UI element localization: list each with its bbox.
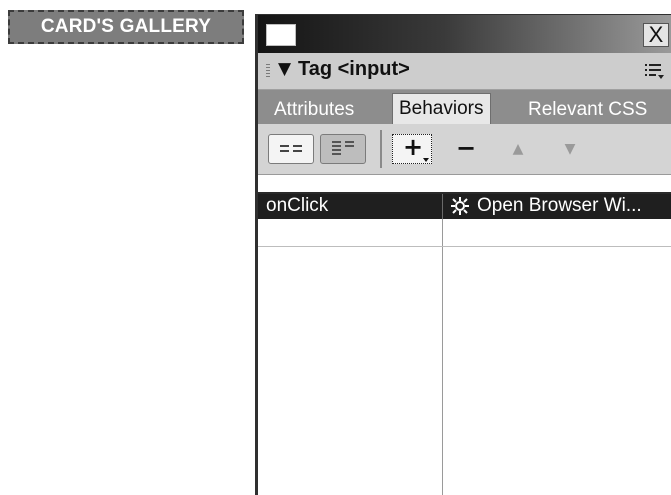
all-events-icon bbox=[332, 141, 354, 155]
column-divider bbox=[442, 192, 443, 219]
remove-behavior-button[interactable]: − bbox=[451, 134, 481, 164]
collapse-arrow-icon[interactable]: ▼ bbox=[278, 59, 291, 79]
row-divider bbox=[258, 246, 671, 247]
add-behavior-button[interactable]: + bbox=[392, 133, 432, 164]
options-menu-icon[interactable] bbox=[643, 61, 665, 81]
move-up-button[interactable]: ▲ bbox=[503, 134, 533, 164]
table-row[interactable]: onClick Open Browser Wi... bbox=[258, 192, 671, 219]
tab-attributes[interactable]: Attributes bbox=[268, 96, 360, 124]
tag-inspector-panel: X ▼ Tag <input> Attributes Behaviors Rel… bbox=[255, 14, 671, 495]
behavior-gear-icon bbox=[451, 197, 469, 215]
dropdown-arrow-icon bbox=[423, 158, 429, 162]
move-down-button[interactable]: ▼ bbox=[555, 134, 585, 164]
action-cell: Open Browser Wi... bbox=[477, 195, 642, 216]
window-titlebar[interactable]: X bbox=[258, 15, 671, 53]
cards-gallery-button[interactable]: CARD'S GALLERY bbox=[8, 10, 244, 44]
tab-strip: Attributes Behaviors Relevant CSS bbox=[258, 90, 671, 124]
behaviors-toolbar: + − ▲ ▼ bbox=[258, 124, 671, 175]
tab-relevant-css[interactable]: Relevant CSS bbox=[522, 96, 653, 124]
event-cell: onClick bbox=[266, 195, 329, 216]
close-button[interactable]: X bbox=[643, 23, 669, 47]
behaviors-list: onClick Open Browser Wi... bbox=[258, 192, 671, 495]
show-all-events-button[interactable] bbox=[320, 134, 366, 164]
toolbar-separator bbox=[380, 130, 382, 168]
table-row[interactable] bbox=[258, 219, 671, 246]
list-top-border bbox=[258, 192, 671, 194]
set-events-icon bbox=[280, 145, 302, 152]
panel-header: ▼ Tag <input> bbox=[258, 53, 671, 90]
show-set-events-button[interactable] bbox=[268, 134, 314, 164]
gripper-icon[interactable] bbox=[266, 64, 270, 78]
plus-icon: + bbox=[403, 133, 424, 161]
tab-behaviors[interactable]: Behaviors bbox=[392, 93, 491, 124]
window-icon bbox=[266, 24, 296, 46]
panel-title: Tag <input> bbox=[298, 58, 410, 80]
